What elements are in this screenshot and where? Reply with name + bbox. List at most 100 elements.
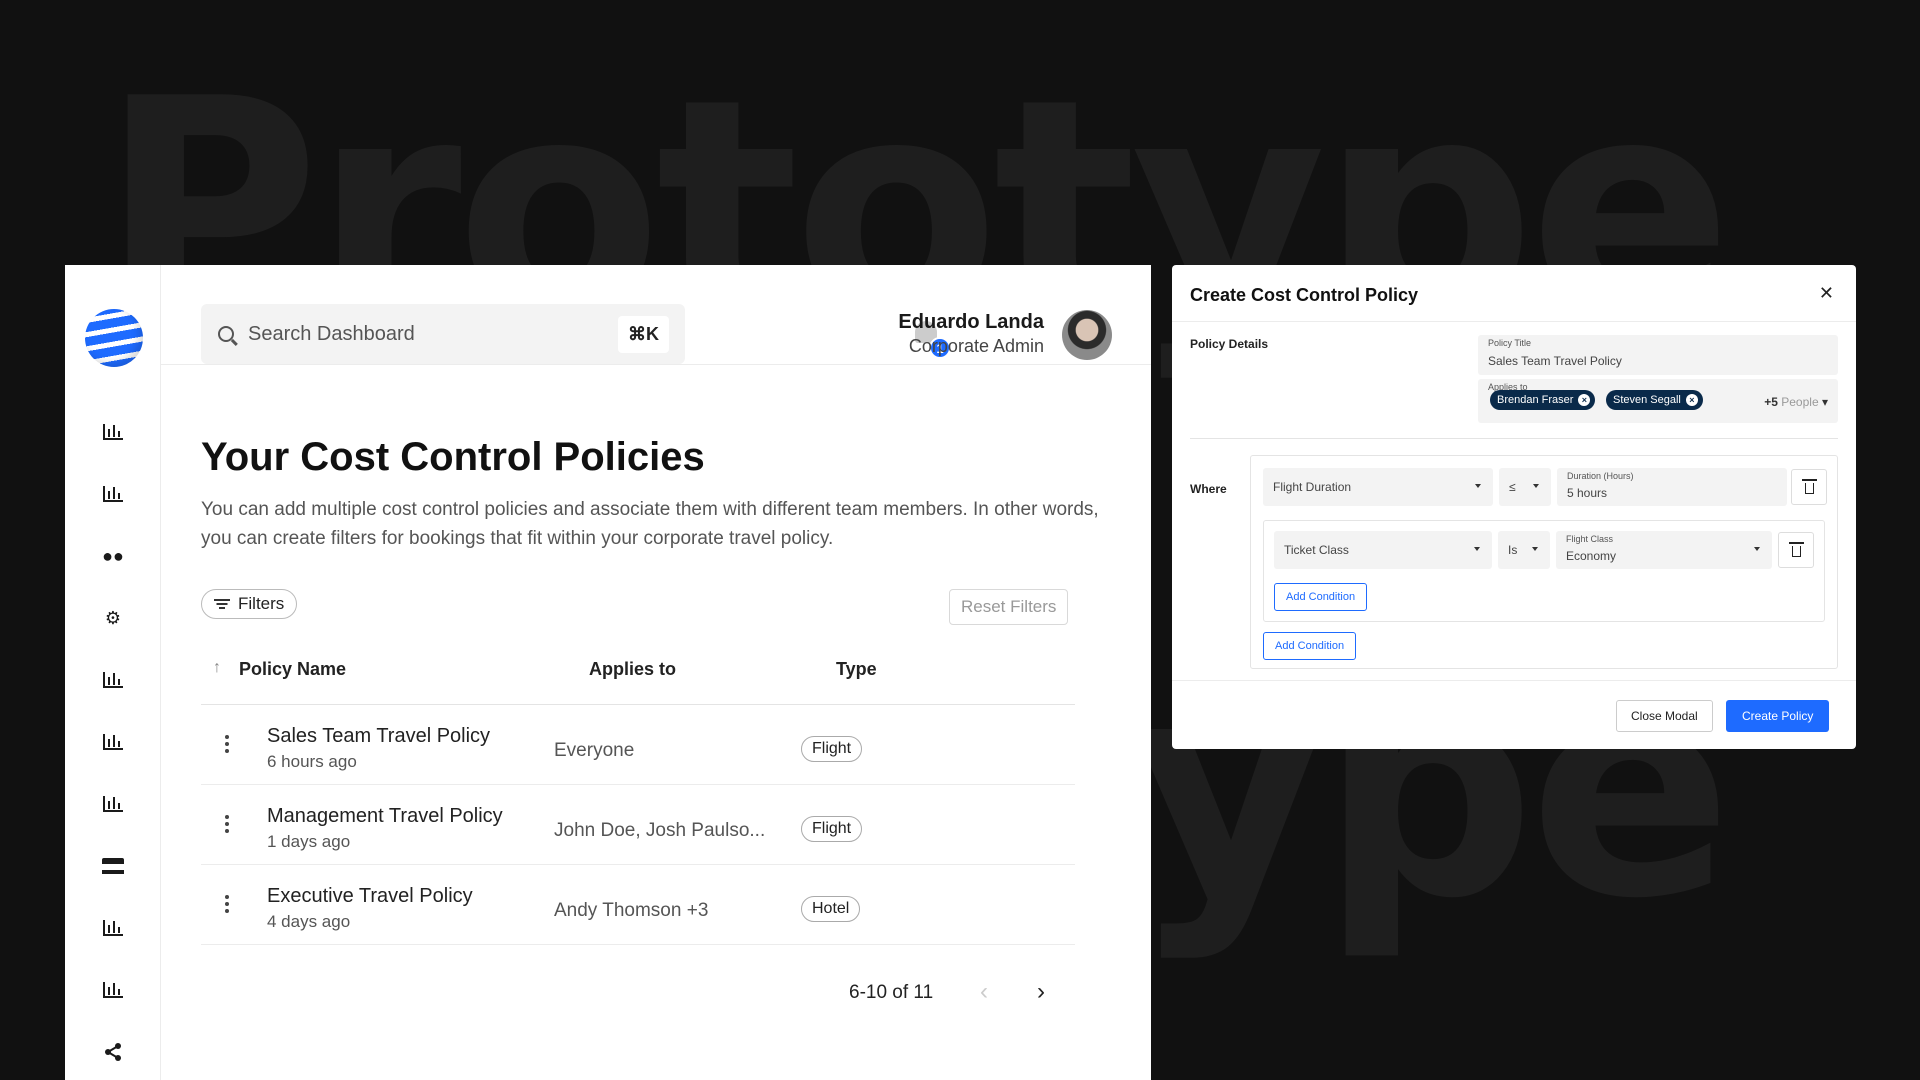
remove-chip-icon[interactable]: × (1578, 394, 1591, 406)
caret-down-icon (1533, 484, 1539, 488)
more-options-icon[interactable] (225, 815, 229, 836)
where-label: Where (1190, 482, 1227, 496)
person-chip[interactable]: Brendan Fraser × (1490, 390, 1596, 410)
sidebar-item-analytics-7[interactable] (101, 979, 125, 1001)
close-modal-button[interactable]: Close Modal (1616, 700, 1713, 732)
policy-title-value: Sales Team Travel Policy (1488, 354, 1622, 368)
sidebar: ●● ⚙ (65, 265, 161, 1080)
more-people-label: People (1781, 395, 1819, 409)
top-bar: Search Dashboard ⌘K 1 Eduardo Landa Corp… (161, 265, 1151, 365)
gears-icon: ⚙ (104, 607, 122, 628)
chevron-right-icon[interactable]: › (1037, 978, 1045, 1006)
more-options-icon[interactable] (225, 735, 229, 756)
policy-time: 6 hours ago (267, 752, 357, 771)
search-icon (218, 326, 234, 342)
condition-operator-select[interactable]: Is (1498, 531, 1550, 569)
sort-arrow-icon[interactable]: ↑ (213, 659, 221, 677)
bar-chart-icon (103, 796, 123, 812)
search-shortcut: ⌘K (618, 315, 669, 353)
avatar[interactable] (1062, 310, 1112, 360)
table-header: ↑ Policy Name Applies to Type (201, 645, 1075, 705)
reset-filters-button[interactable]: Reset Filters (949, 589, 1069, 625)
condition-field-select[interactable]: Flight Duration (1263, 468, 1493, 506)
sidebar-item-analytics-6[interactable] (101, 917, 125, 939)
flight-class-select[interactable]: Flight Class Economy (1556, 531, 1772, 569)
table-row[interactable]: Executive Travel Policy 4 days ago Andy … (201, 865, 1075, 945)
duration-value: 5 hours (1567, 486, 1608, 500)
filters-button[interactable]: Filters (201, 589, 298, 619)
caret-down-icon (1474, 547, 1480, 551)
caret-down-icon (1475, 484, 1481, 488)
duration-caption: Duration (Hours) (1567, 471, 1634, 481)
policy-applies: Andy Thomson +3 (554, 900, 709, 921)
chip-label: Steven Segall (1613, 394, 1681, 406)
delete-condition-button[interactable] (1778, 532, 1814, 568)
type-badge: Flight (801, 736, 863, 762)
delete-condition-button[interactable] (1791, 469, 1827, 505)
sidebar-item-analytics-4[interactable] (101, 731, 125, 753)
select-value: ≤ (1509, 480, 1516, 494)
policy-applies: Everyone (554, 740, 635, 761)
divider (1172, 680, 1856, 681)
flight-class-value: Economy (1566, 549, 1617, 563)
policy-time: 4 days ago (267, 912, 351, 931)
column-type[interactable]: Type (836, 659, 877, 680)
person-chip[interactable]: Steven Segall × (1606, 390, 1703, 410)
policy-title-field[interactable]: Policy Title Sales Team Travel Policy (1478, 335, 1838, 375)
policy-applies: John Doe, Josh Paulso... (554, 820, 766, 841)
condition-operator-select[interactable]: ≤ (1499, 468, 1551, 506)
caret-down-icon (1532, 547, 1538, 551)
bar-chart-icon (103, 920, 123, 936)
duration-field[interactable]: Duration (Hours) 5 hours (1557, 468, 1787, 506)
more-people-count: +5 (1764, 395, 1778, 409)
sidebar-item-analytics-3[interactable] (101, 669, 125, 691)
bar-chart-icon (103, 734, 123, 750)
chip-label: Brendan Fraser (1497, 394, 1574, 406)
search-input[interactable]: Search Dashboard (248, 323, 618, 346)
create-policy-modal: Create Cost Control Policy ✕ Policy Deta… (1172, 265, 1856, 749)
policy-time: 1 days ago (267, 832, 351, 851)
user-role: Corporate Admin (908, 336, 1044, 356)
bar-chart-icon (103, 424, 123, 440)
divider (1190, 438, 1838, 439)
type-badge: Hotel (801, 896, 861, 922)
column-policy-name[interactable]: Policy Name (239, 659, 346, 680)
column-applies-to[interactable]: Applies to (589, 659, 676, 680)
filters-label: Filters (238, 594, 285, 613)
share-icon (105, 1043, 121, 1061)
sidebar-item-share[interactable] (101, 1041, 125, 1063)
create-policy-button[interactable]: Create Policy (1726, 700, 1830, 732)
condition-field-select[interactable]: Ticket Class (1274, 531, 1492, 569)
table-row[interactable]: Management Travel Policy 1 days ago John… (201, 785, 1075, 865)
table-row[interactable]: Sales Team Travel Policy 6 hours ago Eve… (201, 705, 1075, 785)
search-bar[interactable]: Search Dashboard ⌘K (201, 304, 685, 364)
applies-to-field[interactable]: Applies to Brendan Fraser × Steven Segal… (1478, 379, 1838, 423)
dashboard-panel: ●● ⚙ Search Dashboard ⌘K 1 Eduardo Landa… (65, 265, 1151, 1080)
select-value: Ticket Class (1284, 543, 1349, 557)
policy-title-caption: Policy Title (1488, 338, 1532, 348)
sidebar-item-analytics-5[interactable] (101, 793, 125, 815)
sidebar-item-store[interactable] (101, 855, 125, 877)
chevron-down-icon: ▾ (1821, 395, 1828, 409)
add-condition-button[interactable]: Add Condition (1274, 583, 1368, 611)
store-icon (102, 858, 124, 874)
user-name: Eduardo Landa (898, 311, 1044, 333)
sidebar-item-analytics-2[interactable] (101, 483, 125, 505)
bar-chart-icon (103, 486, 123, 502)
more-options-icon[interactable] (225, 895, 229, 916)
policy-name: Sales Team Travel Policy (267, 725, 491, 747)
remove-chip-icon[interactable]: × (1685, 394, 1698, 406)
bar-chart-icon (103, 672, 123, 688)
sidebar-item-settings[interactable]: ⚙ (101, 607, 125, 629)
flight-class-caption: Flight Class (1566, 534, 1614, 544)
close-icon[interactable]: ✕ (1819, 283, 1834, 304)
chevron-left-icon[interactable]: ‹ (980, 978, 988, 1006)
policy-details-label: Policy Details (1190, 337, 1269, 351)
sidebar-item-users[interactable]: ●● (101, 545, 125, 567)
select-value: Is (1508, 543, 1518, 557)
logo[interactable] (85, 309, 143, 367)
conditions-group: Flight Duration ≤ Duration (Hours) 5 hou… (1250, 455, 1838, 669)
add-condition-button[interactable]: Add Condition (1263, 632, 1357, 660)
sidebar-item-analytics-1[interactable] (101, 421, 125, 443)
more-people-dropdown[interactable]: +5 People ▾ (1764, 395, 1828, 409)
